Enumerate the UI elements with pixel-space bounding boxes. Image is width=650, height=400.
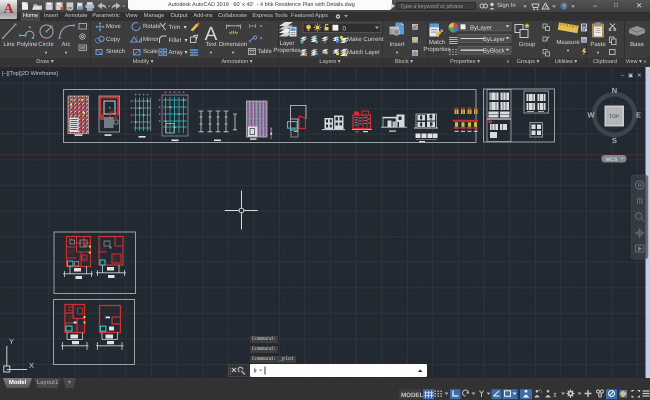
svg-text:ByBlock: ByBlock bbox=[483, 48, 506, 55]
svg-text:TOP: TOP bbox=[609, 114, 620, 120]
svg-text:MODEL: MODEL bbox=[401, 392, 424, 399]
svg-text:E: E bbox=[636, 111, 641, 120]
svg-text:N: N bbox=[612, 86, 617, 95]
svg-text:Y: Y bbox=[9, 337, 14, 346]
svg-text:W: W bbox=[587, 111, 595, 120]
svg-text:ByLayer: ByLayer bbox=[470, 24, 492, 31]
svg-text:ʈʈ: ʈʈ bbox=[554, 392, 558, 398]
svg-text:WCS: WCS bbox=[606, 157, 618, 163]
svg-text:S: S bbox=[612, 136, 617, 145]
svg-text:X: X bbox=[29, 361, 34, 370]
svg-text:0: 0 bbox=[343, 25, 347, 32]
